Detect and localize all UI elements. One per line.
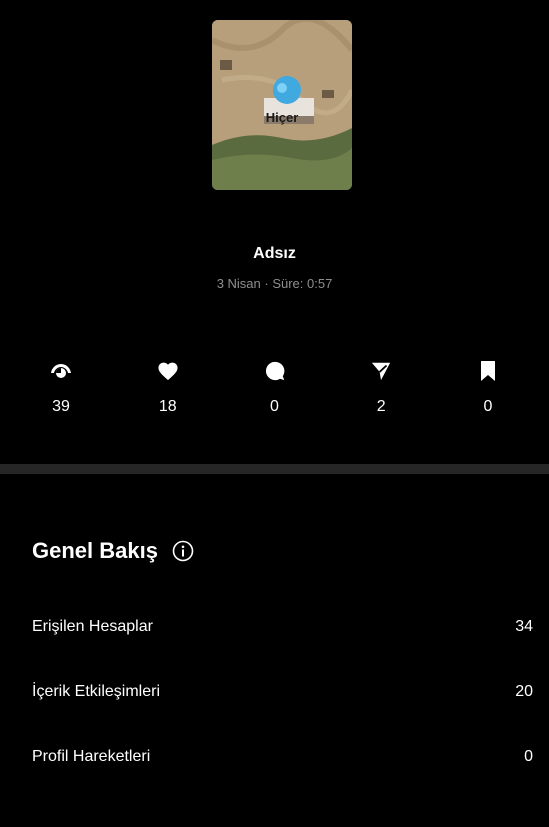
section-divider	[0, 464, 549, 474]
stat-value: 0	[270, 398, 279, 415]
thumbnail-caption: Hiçer	[265, 110, 299, 125]
heart-icon	[157, 360, 179, 382]
overview-row-reached-accounts[interactable]: Erişilen Hesaplar 34	[32, 618, 533, 636]
row-label: Erişilen Hesaplar	[32, 618, 153, 635]
bookmark-icon	[479, 360, 497, 382]
overview-title: Genel Bakış	[32, 538, 158, 563]
stat-likes: 18	[135, 360, 201, 416]
post-thumbnail-image	[212, 20, 352, 190]
overview-row-profile-activity[interactable]: Profil Hareketleri 0	[32, 748, 533, 766]
post-meta: 3 Nisan · Süre: 0:57	[216, 276, 333, 291]
row-value: 20	[515, 683, 533, 700]
stat-value: 0	[483, 398, 493, 415]
stat-views: 39	[28, 360, 94, 416]
stats-row: 39 18 0 2 0	[0, 360, 549, 416]
row-label: Profil Hareketleri	[32, 748, 151, 765]
stat-saves: 0	[455, 360, 521, 416]
row-value: 0	[524, 748, 533, 765]
stat-value: 18	[158, 398, 177, 415]
stat-comments: 0	[242, 360, 308, 416]
overview-heading: Genel Bakış	[32, 538, 194, 564]
row-label: İçerik Etkileşimleri	[32, 683, 161, 700]
row-value: 34	[515, 618, 533, 635]
share-icon	[370, 360, 392, 382]
stat-value: 39	[52, 398, 70, 415]
post-title: Adsız	[253, 245, 296, 262]
insights-page: Hiçer Adsız 3 Nisan · Süre: 0:57 39 18 0…	[0, 0, 549, 827]
stat-value: 2	[376, 398, 386, 415]
overview-row-content-interactions[interactable]: İçerik Etkileşimleri 20	[32, 683, 533, 701]
stat-shares: 2	[348, 360, 414, 416]
comment-icon	[264, 360, 286, 382]
post-thumbnail[interactable]: Hiçer	[212, 20, 352, 190]
eye-icon	[50, 360, 72, 382]
info-icon[interactable]	[172, 540, 194, 562]
